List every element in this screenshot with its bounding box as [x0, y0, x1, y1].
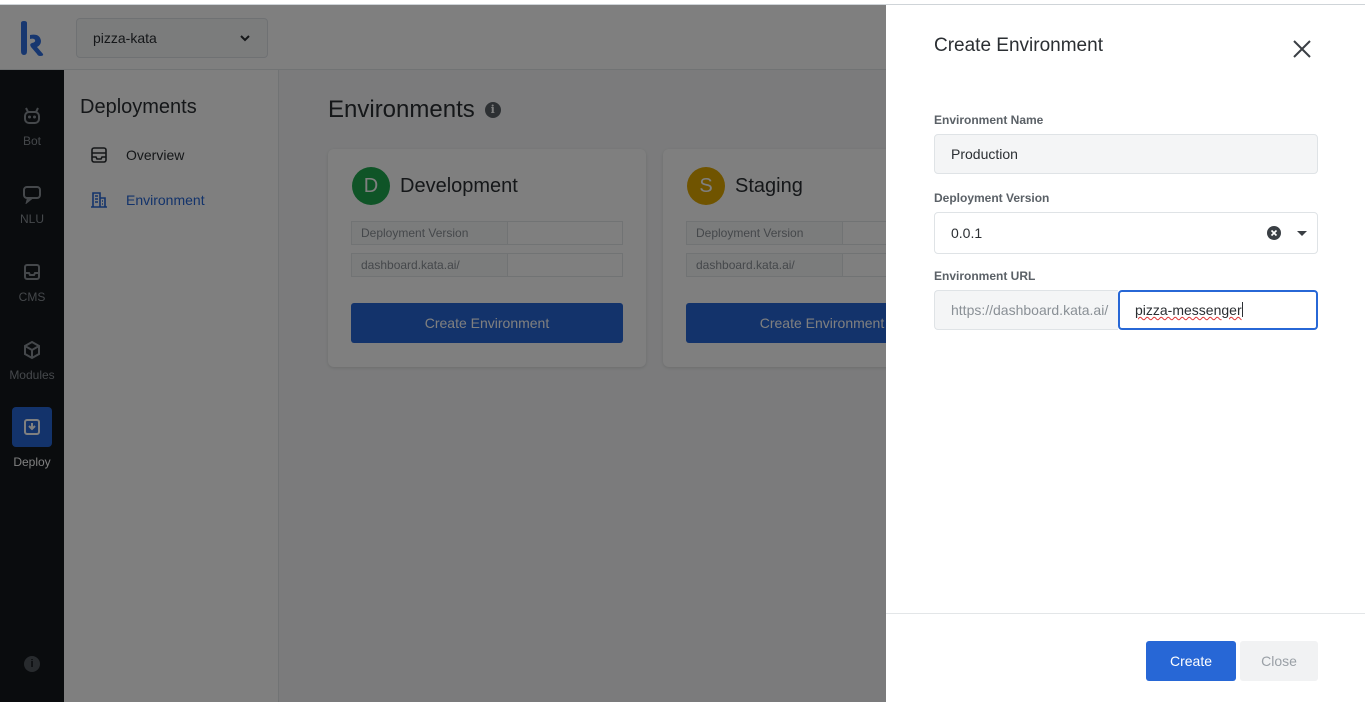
- create-button[interactable]: Create: [1146, 641, 1236, 681]
- close-icon[interactable]: [1290, 37, 1314, 61]
- caret-down-icon[interactable]: [1297, 231, 1307, 236]
- environment-name-label: Environment Name: [934, 113, 1044, 127]
- environment-url-input[interactable]: pizza-messenger: [1118, 290, 1318, 330]
- modal-backdrop[interactable]: [0, 5, 886, 702]
- url-input-value: pizza-messenger: [1135, 302, 1242, 318]
- browser-top-edge: [0, 0, 1365, 5]
- deployment-version-label: Deployment Version: [934, 191, 1050, 205]
- environment-url-label: Environment URL: [934, 269, 1036, 283]
- drawer-title: Create Environment: [934, 35, 1103, 56]
- drawer-footer: Create Close: [886, 613, 1365, 702]
- environment-name-input[interactable]: Production: [934, 134, 1318, 174]
- url-prefix: https://dashboard.kata.ai/: [934, 290, 1118, 330]
- close-button[interactable]: Close: [1240, 641, 1318, 681]
- create-environment-drawer: Create Environment Environment Name Prod…: [886, 5, 1365, 702]
- text-cursor: [1241, 302, 1243, 317]
- clear-icon[interactable]: [1267, 226, 1281, 240]
- deployment-version-select[interactable]: 0.0.1: [934, 212, 1318, 254]
- deployment-version-value: 0.0.1: [951, 225, 983, 241]
